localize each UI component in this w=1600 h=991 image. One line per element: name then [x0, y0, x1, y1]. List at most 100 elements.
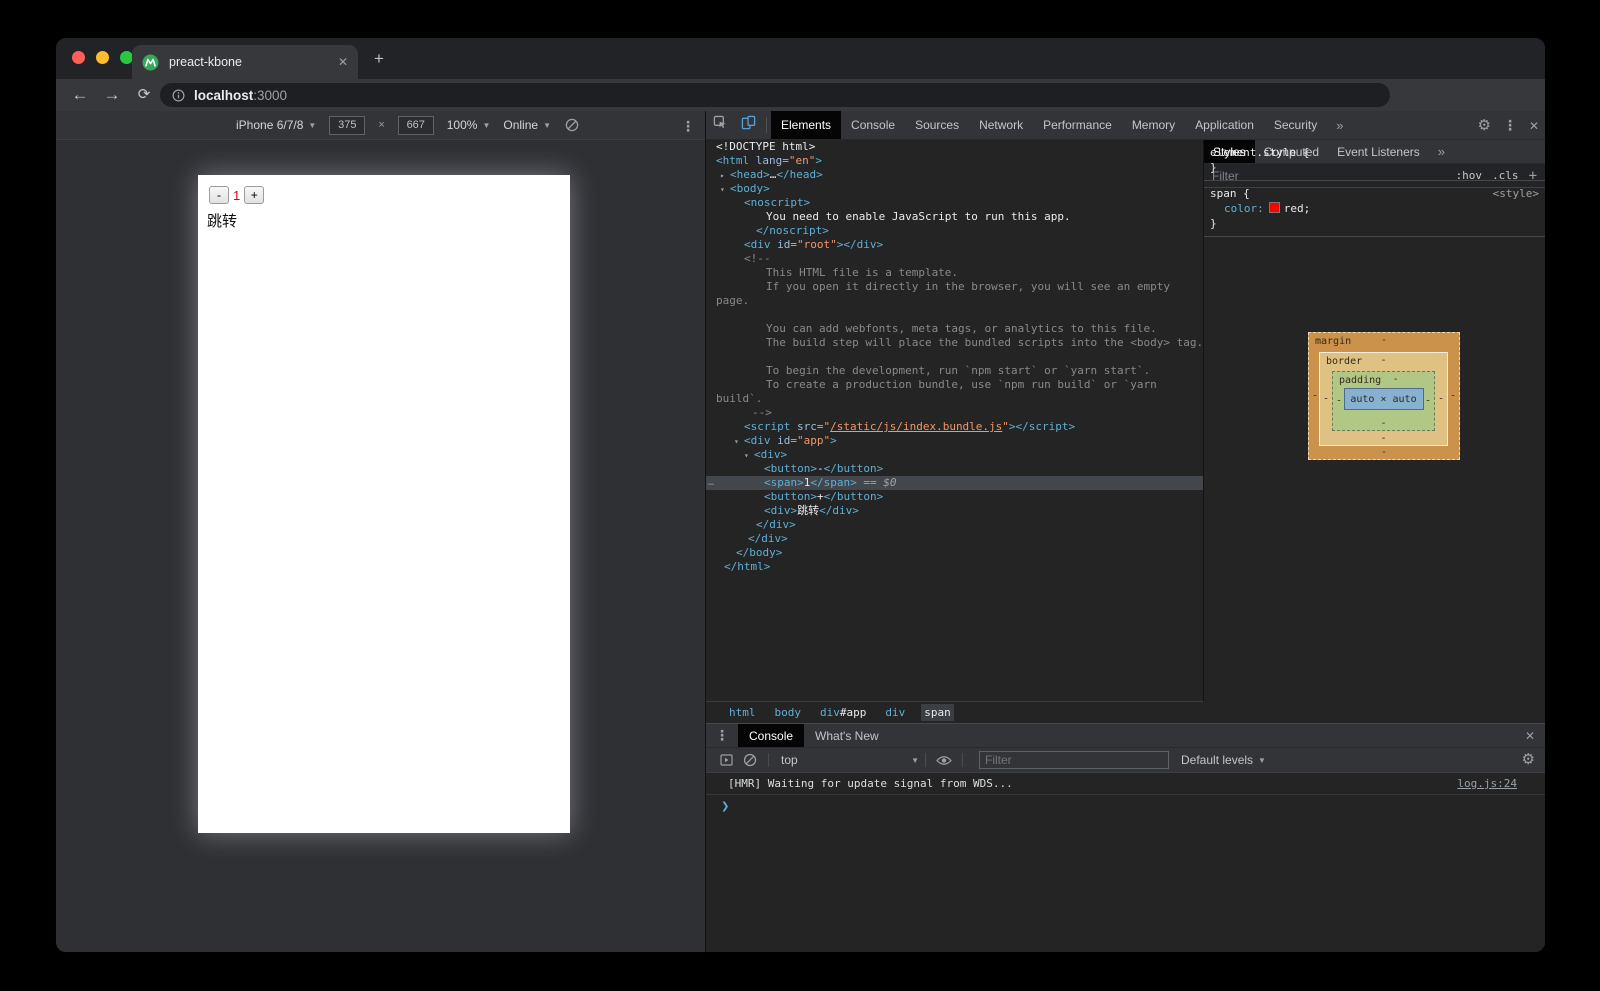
- devtools-tab-application[interactable]: Application: [1185, 111, 1264, 139]
- drawer-menu-icon[interactable]: ⋮: [706, 724, 738, 747]
- network-throttle-select[interactable]: Online▼: [503, 118, 551, 132]
- increment-button[interactable]: +: [244, 186, 264, 204]
- execution-context-select[interactable]: top▼: [781, 753, 919, 767]
- dom-tree-line[interactable]: [706, 308, 1203, 322]
- code-token: <script: [744, 420, 790, 433]
- dom-tree-line[interactable]: This HTML file is a template.: [706, 266, 1203, 280]
- dom-tree-line[interactable]: You can add webfonts, meta tags, or anal…: [706, 322, 1203, 336]
- code-token: src=: [790, 420, 823, 433]
- breadcrumb-item-div#app[interactable]: div#app: [817, 704, 869, 721]
- close-window-button[interactable]: [72, 51, 85, 64]
- breadcrumb-item-html[interactable]: html: [726, 704, 759, 721]
- devtools-tab-console[interactable]: Console: [841, 111, 905, 139]
- inspect-element-icon[interactable]: [706, 115, 734, 135]
- dom-tree-line[interactable]: ▾<div id="app">: [706, 434, 1203, 448]
- devtools-close-icon[interactable]: ✕: [1529, 119, 1539, 133]
- dom-tree-line[interactable]: <div id="root"></div>: [706, 238, 1203, 252]
- devtools-tab-elements[interactable]: Elements: [771, 111, 841, 139]
- expand-arrow-icon[interactable]: ▸: [720, 169, 730, 183]
- span-style-rule[interactable]: <style> span { color:red; }: [1204, 181, 1545, 237]
- rotate-device-icon[interactable]: [564, 117, 580, 133]
- dom-tree-line[interactable]: -->: [706, 406, 1203, 420]
- clear-console-icon[interactable]: [738, 750, 762, 770]
- device-width-input[interactable]: [329, 116, 365, 135]
- dom-tree-line[interactable]: <script src="/static/js/index.bundle.js"…: [706, 420, 1203, 434]
- code-token: </div>: [756, 518, 796, 531]
- dom-tree-line[interactable]: <noscript>: [706, 196, 1203, 210]
- back-icon[interactable]: ←: [68, 83, 92, 107]
- drawer-tab-console[interactable]: Console: [738, 724, 804, 747]
- new-tab-button[interactable]: +: [374, 50, 384, 67]
- devtools-tab-network[interactable]: Network: [969, 111, 1033, 139]
- device-select[interactable]: iPhone 6/7/8▼: [236, 118, 316, 132]
- live-expression-eye-icon[interactable]: [932, 750, 956, 770]
- devtools-tab-performance[interactable]: Performance: [1033, 111, 1122, 139]
- devtools-tab-sources[interactable]: Sources: [905, 111, 969, 139]
- decrement-button[interactable]: -: [209, 186, 229, 204]
- breadcrumb-item-span[interactable]: span: [921, 704, 954, 721]
- console-sidebar-icon[interactable]: [714, 750, 738, 770]
- devtools-tab-security[interactable]: Security: [1264, 111, 1327, 139]
- expand-arrow-icon[interactable]: ▾: [720, 183, 730, 197]
- devtools-menu-icon[interactable]: ⋮: [1503, 117, 1517, 134]
- device-toolbar-menu-icon[interactable]: ⋮: [681, 118, 695, 135]
- more-tabs-icon[interactable]: »: [1327, 118, 1352, 133]
- color-swatch[interactable]: [1269, 202, 1280, 213]
- dom-tree-line[interactable]: page.: [706, 294, 1203, 308]
- dom-tree-line[interactable]: ▾<div>: [706, 448, 1203, 462]
- dom-tree-line[interactable]: If you open it directly in the browser, …: [706, 280, 1203, 294]
- console-filter-input[interactable]: [979, 751, 1169, 769]
- zoom-select[interactable]: 100%▼: [447, 118, 491, 132]
- dom-tree-line[interactable]: ▾<body>: [706, 182, 1203, 196]
- dom-tree-line[interactable]: ▸<head>…</head>: [706, 168, 1203, 182]
- device-height-input[interactable]: [398, 116, 434, 135]
- dom-tree-line[interactable]: </div>: [706, 532, 1203, 546]
- devtools-tab-memory[interactable]: Memory: [1122, 111, 1185, 139]
- console-settings-icon[interactable]: ⚙: [1522, 752, 1535, 767]
- dom-tree-line[interactable]: …<span>1</span> == $0: [706, 476, 1203, 490]
- dom-tree-line[interactable]: <!DOCTYPE html>: [706, 140, 1203, 154]
- dom-tree-line[interactable]: <html lang="en">: [706, 154, 1203, 168]
- dom-tree-line[interactable]: </noscript>: [706, 224, 1203, 238]
- line-options-icon[interactable]: …: [708, 476, 713, 490]
- browser-tab[interactable]: preact-kbone ✕: [132, 45, 358, 79]
- dom-tree-line[interactable]: </body>: [706, 546, 1203, 560]
- expand-arrow-icon[interactable]: ▾: [744, 449, 754, 463]
- tab-close-icon[interactable]: ✕: [338, 56, 348, 68]
- dom-tree-line[interactable]: <button>-</button>: [706, 462, 1203, 476]
- breadcrumb-item-div[interactable]: div: [882, 704, 908, 721]
- drawer-close-icon[interactable]: ✕: [1525, 729, 1535, 743]
- log-levels-select[interactable]: Default levels▼: [1181, 753, 1266, 767]
- chevron-down-icon: ▼: [1258, 756, 1266, 765]
- reload-icon[interactable]: ⟳: [132, 83, 156, 107]
- forward-icon[interactable]: →: [100, 83, 124, 107]
- dom-tree-line[interactable]: </html>: [706, 560, 1203, 574]
- dom-tree-line[interactable]: <button>+</button>: [706, 490, 1203, 504]
- dom-tree-line[interactable]: </div>: [706, 518, 1203, 532]
- devtools-tab-bar-tabs: ElementsConsoleSourcesNetworkPerformance…: [771, 111, 1327, 139]
- dom-tree-line[interactable]: You need to enable JavaScript to run thi…: [706, 210, 1203, 224]
- rule-origin[interactable]: <style>: [1493, 186, 1539, 201]
- address-bar[interactable]: localhost :3000: [160, 83, 1390, 107]
- drawer-tab-what-s-new[interactable]: What's New: [804, 724, 890, 747]
- css-declaration[interactable]: color:red;: [1210, 201, 1539, 216]
- dom-tree-line[interactable]: <div>跳转</div>: [706, 504, 1203, 518]
- breadcrumb-item-body[interactable]: body: [772, 704, 805, 721]
- info-icon[interactable]: [172, 89, 185, 102]
- dom-tree-line[interactable]: To create a production bundle, use `npm …: [706, 378, 1203, 392]
- devtools-settings-icon[interactable]: ⚙: [1477, 118, 1490, 133]
- dom-tree-line[interactable]: [706, 350, 1203, 364]
- dom-tree-line[interactable]: build`.: [706, 392, 1203, 406]
- jump-link[interactable]: 跳转: [198, 204, 570, 231]
- dom-tree-line[interactable]: The build step will place the bundled sc…: [706, 336, 1203, 350]
- element-style-rule[interactable]: element.style { }: [1204, 140, 1545, 181]
- console-prompt[interactable]: ❯: [706, 795, 1545, 817]
- chevron-down-icon: ▼: [911, 756, 919, 765]
- dom-tree-line[interactable]: To begin the development, run `npm start…: [706, 364, 1203, 378]
- dom-tree-line[interactable]: <!--: [706, 252, 1203, 266]
- log-source-link[interactable]: log.js:24: [1457, 777, 1517, 790]
- code-token: ": [1002, 420, 1009, 433]
- expand-arrow-icon[interactable]: ▾: [734, 435, 744, 449]
- device-toolbar-toggle-icon[interactable]: [734, 115, 762, 135]
- minimize-window-button[interactable]: [96, 51, 109, 64]
